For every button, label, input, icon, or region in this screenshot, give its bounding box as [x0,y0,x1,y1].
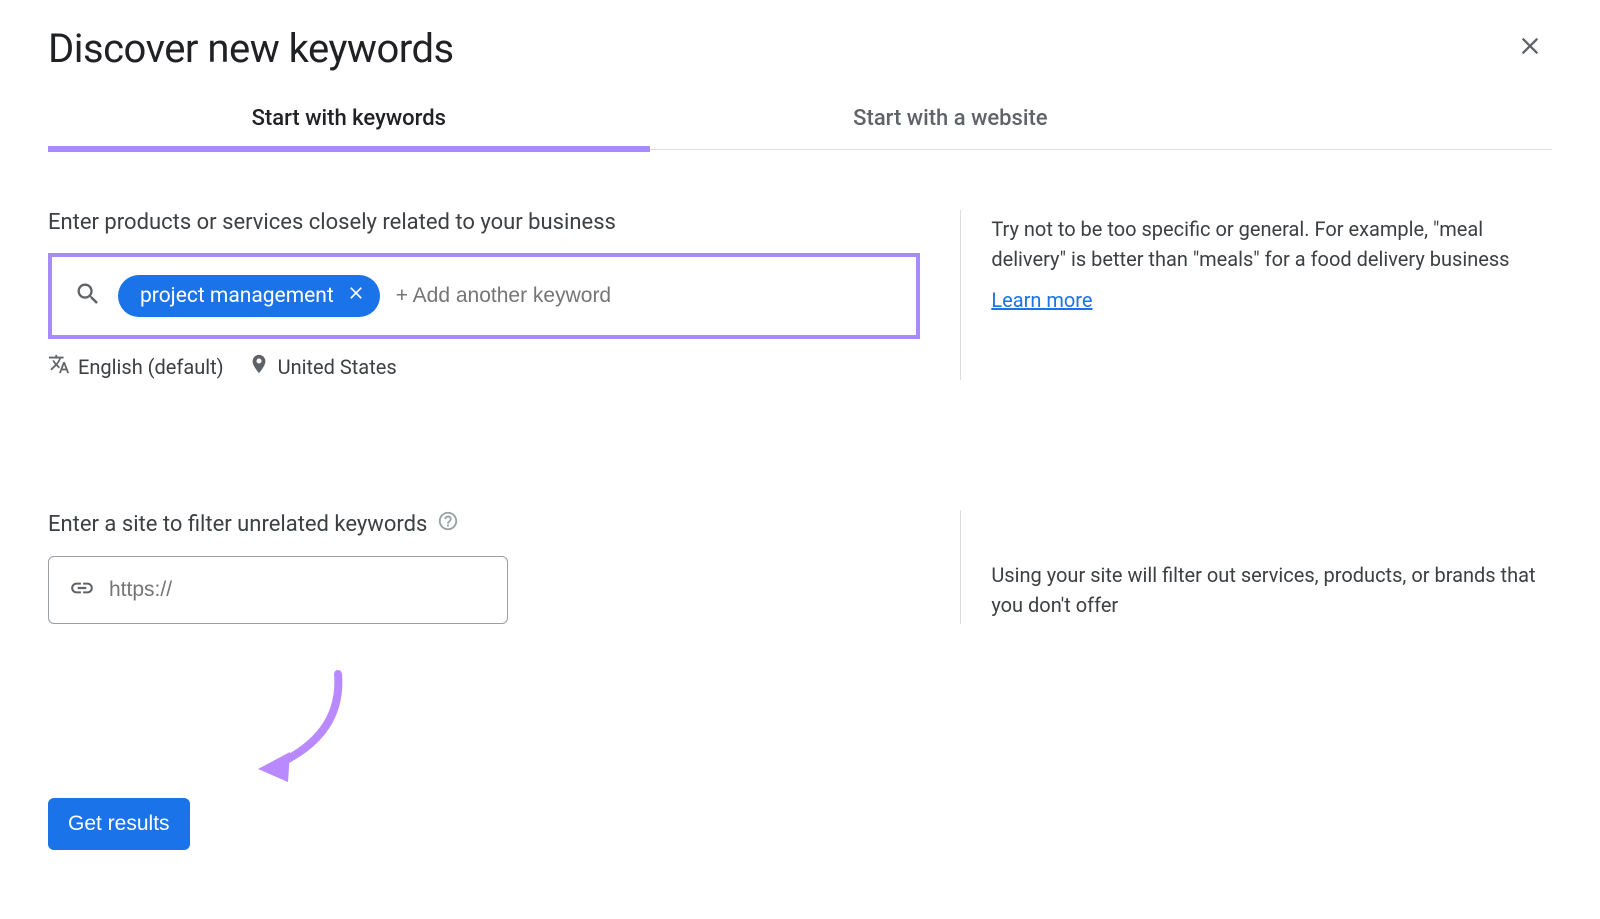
site-tip: Using your site will filter out services… [991,560,1552,620]
language-selector[interactable]: English (default) [48,353,224,380]
learn-more-link[interactable]: Learn more [991,288,1092,312]
close-button[interactable] [1508,24,1552,72]
keyword-chip[interactable]: project management [118,275,380,317]
site-url-input[interactable] [109,578,487,602]
keywords-tip: Try not to be too specific or general. F… [991,214,1552,274]
tab-website[interactable]: Start with a website [650,92,1252,149]
tab-bar: Start with keywords Start with a website [48,92,1552,150]
tab-keywords[interactable]: Start with keywords [48,92,650,149]
location-label: United States [278,355,397,379]
get-results-button[interactable]: Get results [48,798,190,850]
add-keyword-input[interactable] [396,284,895,308]
keyword-input-container[interactable]: project management [56,261,912,331]
location-icon [248,353,270,380]
page-title: Discover new keywords [48,25,454,72]
help-icon[interactable] [437,510,459,538]
language-label: English (default) [78,355,224,379]
search-icon [74,280,102,312]
close-icon [346,283,366,309]
close-icon [1516,45,1544,64]
keyword-chip-label: project management [140,284,334,308]
link-icon [69,575,95,605]
translate-icon [48,353,70,380]
annotation-arrow [248,664,1552,788]
site-filter-label: Enter a site to filter unrelated keyword… [48,512,427,537]
keywords-label: Enter products or services closely relat… [48,210,920,235]
site-url-input-container[interactable] [48,556,508,624]
location-selector[interactable]: United States [248,353,397,380]
tab-indicator [48,146,650,152]
keyword-input-highlight: project management [48,253,920,339]
remove-chip-button[interactable] [346,283,366,309]
